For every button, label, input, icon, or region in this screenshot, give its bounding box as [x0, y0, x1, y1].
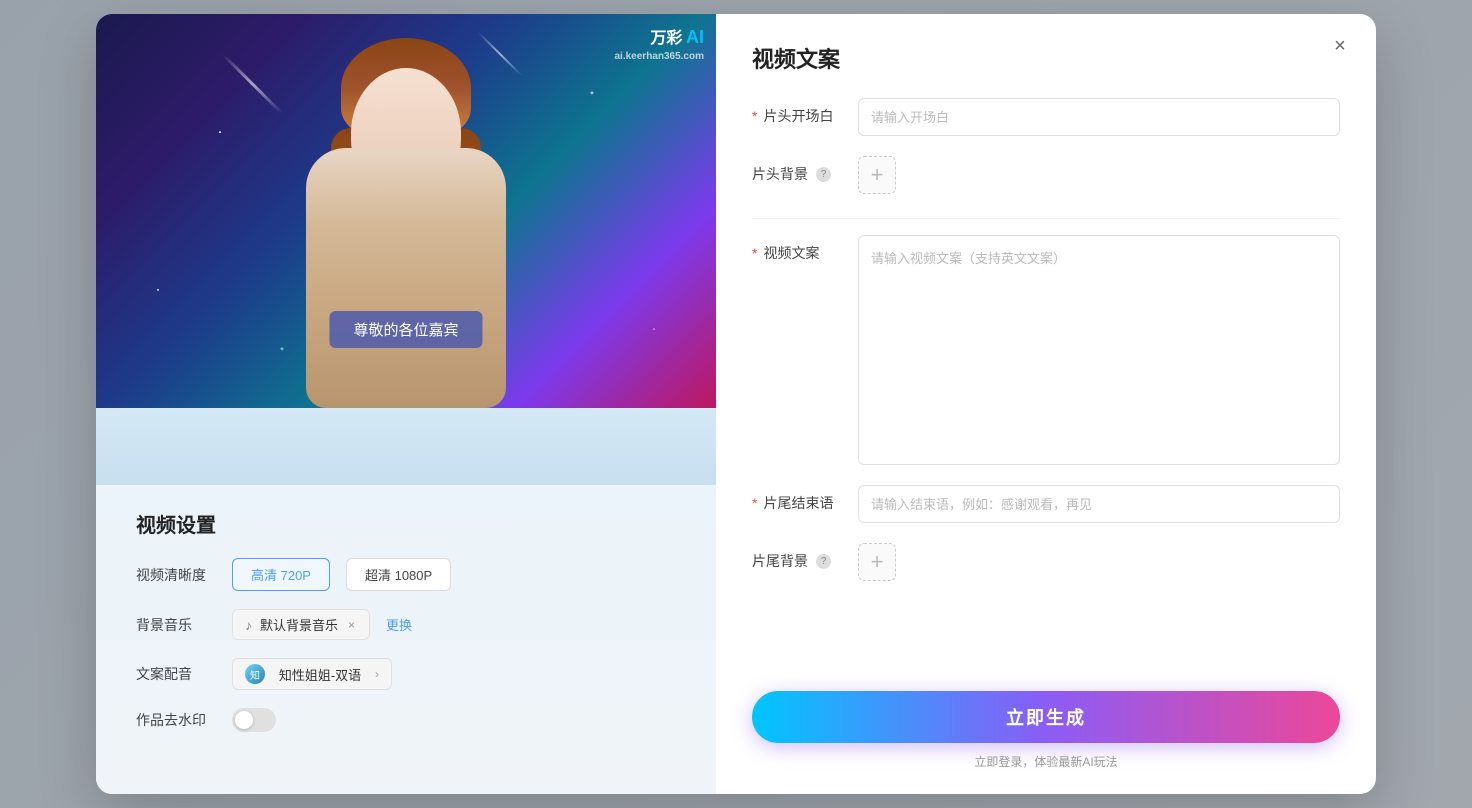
brand-name-cn: 万彩	[650, 30, 682, 47]
settings-title: 视频设置	[136, 509, 676, 538]
light-streak-1	[223, 55, 282, 114]
opening-input[interactable]	[858, 98, 1340, 136]
avatar-figure	[276, 78, 536, 408]
ending-required-mark: *	[752, 495, 757, 511]
panel-title: 视频文案	[752, 42, 1340, 74]
brand-name-ai: AI	[686, 27, 704, 47]
watermark-toggle-row: 作品去水印	[136, 708, 676, 732]
chevron-right-icon: ›	[375, 667, 379, 681]
modal-overlay: × 万彩 AI ai.keerhan365.com	[0, 0, 1472, 808]
video-background: 万彩 AI ai.keerhan365.com 尊敬的各位	[96, 14, 716, 408]
avatar-body	[306, 148, 506, 408]
video-copy-required-mark: *	[752, 245, 757, 261]
subtitle-bar: 尊敬的各位嘉宾	[329, 311, 482, 348]
voice-selector[interactable]: 知 知性姐姐-双语 ›	[232, 658, 392, 690]
footer-bg-add-button[interactable]: +	[858, 543, 896, 581]
music-name: 默认背景音乐	[260, 615, 338, 634]
quality-label: 视频清晰度	[136, 565, 216, 585]
opening-required-mark: *	[752, 108, 757, 124]
music-row: 背景音乐 ♪ 默认背景音乐 × 更换	[136, 609, 676, 640]
watermark-toggle-label: 作品去水印	[136, 710, 216, 730]
header-bg-add-button[interactable]: +	[858, 156, 896, 194]
video-bottom-bar	[96, 408, 716, 485]
footer-bg-label: 片尾背景 ?	[752, 543, 842, 571]
quality-1080p-button[interactable]: 超清 1080P	[346, 558, 451, 591]
light-streak-2	[478, 32, 522, 76]
voice-avatar-icon: 知	[245, 664, 265, 684]
generate-section: 立即生成 立即登录，体验最新AI玩法	[752, 671, 1340, 770]
ending-label: * 片尾结束语	[752, 485, 842, 513]
close-button[interactable]: ×	[1324, 30, 1356, 62]
left-panel: 万彩 AI ai.keerhan365.com 尊敬的各位	[96, 14, 716, 794]
video-copy-row: * 视频文案	[752, 235, 1340, 465]
header-bg-help-icon[interactable]: ?	[816, 167, 831, 182]
header-bg-row: 片头背景 ? +	[752, 156, 1340, 194]
footer-bg-help-icon[interactable]: ?	[816, 554, 831, 569]
header-bg-label: 片头背景 ?	[752, 156, 842, 184]
settings-section: 视频设置 视频清晰度 高清 720P 超清 1080P 背景音乐 ♪ 默认背景音…	[96, 485, 716, 774]
generate-button[interactable]: 立即生成	[752, 691, 1340, 743]
music-note-icon: ♪	[245, 617, 252, 633]
login-hint: 立即登录，体验最新AI玩法	[974, 753, 1117, 770]
brand-url: ai.keerhan365.com	[615, 50, 705, 63]
music-tag: ♪ 默认背景音乐 ×	[232, 609, 370, 640]
quality-row: 视频清晰度 高清 720P 超清 1080P	[136, 558, 676, 591]
watermark-toggle[interactable]	[232, 708, 276, 732]
voice-row: 文案配音 知 知性姐姐-双语 ›	[136, 658, 676, 690]
footer-bg-row: 片尾背景 ? +	[752, 543, 1340, 581]
voice-label: 文案配音	[136, 664, 216, 684]
divider-1	[752, 218, 1340, 219]
music-change-button[interactable]: 更换	[386, 615, 412, 634]
video-copy-textarea[interactable]	[858, 235, 1340, 465]
voice-name: 知性姐姐-双语	[279, 665, 361, 684]
video-preview: 万彩 AI ai.keerhan365.com 尊敬的各位	[96, 14, 716, 408]
music-close-icon[interactable]: ×	[346, 618, 357, 632]
opening-label: * 片头开场白	[752, 98, 842, 126]
music-label: 背景音乐	[136, 615, 216, 635]
opening-row: * 片头开场白	[752, 98, 1340, 136]
ending-input[interactable]	[858, 485, 1340, 523]
watermark: 万彩 AI ai.keerhan365.com	[615, 26, 705, 63]
quality-720p-button[interactable]: 高清 720P	[232, 558, 330, 591]
ending-row: * 片尾结束语	[752, 485, 1340, 523]
modal-container: × 万彩 AI ai.keerhan365.com	[96, 14, 1376, 794]
video-copy-label: * 视频文案	[752, 235, 842, 263]
right-panel: 视频文案 * 片头开场白 片头背景 ? +	[716, 14, 1376, 794]
